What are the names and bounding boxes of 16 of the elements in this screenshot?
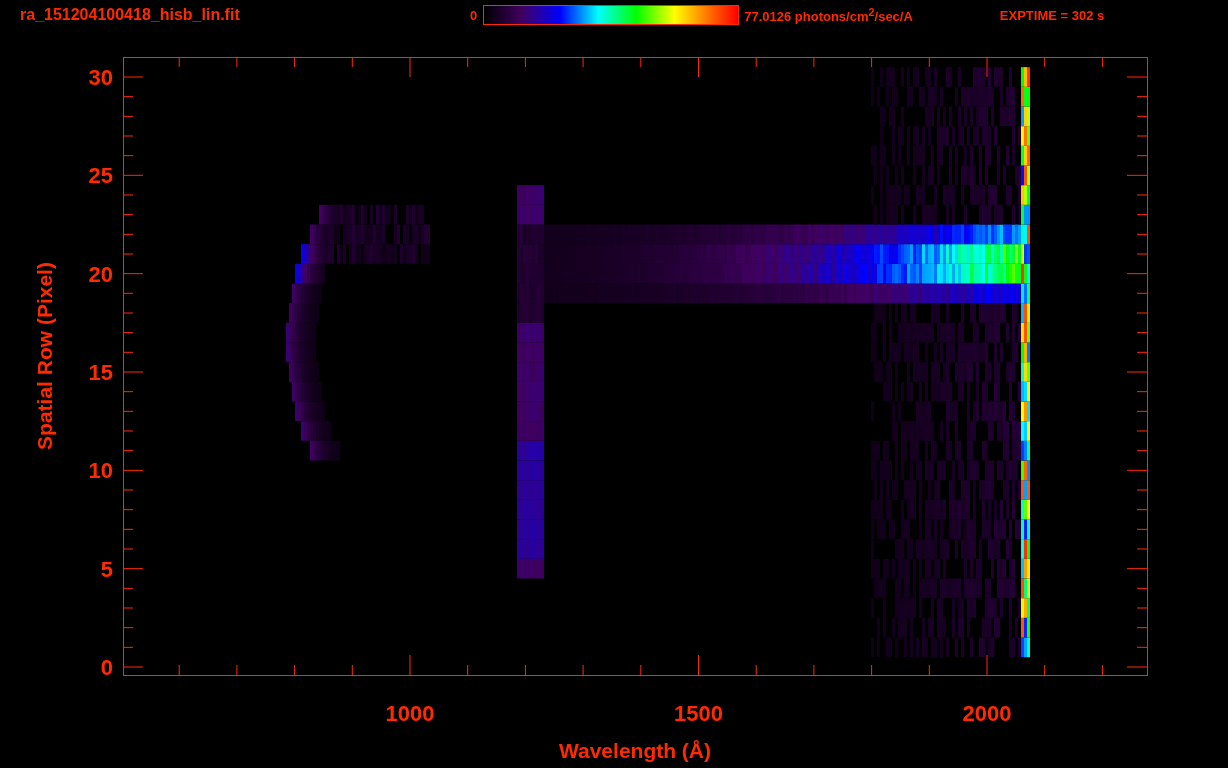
y-tick-label: 5 [100, 556, 113, 582]
x-axis-label: Wavelength (Å) [558, 739, 712, 762]
x-tick-label: 1000 [385, 701, 435, 726]
y-tick-label: 25 [88, 163, 113, 189]
y-tick-label: 30 [88, 65, 113, 90]
y-tick-label: 15 [88, 360, 113, 385]
exposure-time: EXPTIME = 302 s [999, 7, 1105, 23]
y-tick-label: 0 [100, 655, 113, 680]
file-name: ra_151204100418_hisb_lin.fit [20, 6, 241, 24]
x-tick-label: 1500 [674, 701, 723, 726]
colorbar-min-label: 0 [470, 7, 478, 23]
x-tick-label: 2000 [962, 701, 1012, 726]
y-axis-label: Spatial Row (Pixel) [33, 262, 56, 450]
y-tick-label: 10 [88, 458, 113, 484]
y-tick-label: 20 [88, 261, 113, 287]
colorbar-max-label: 77.0126 photons/cm$^{2}$/sec/A [744, 5, 913, 25]
